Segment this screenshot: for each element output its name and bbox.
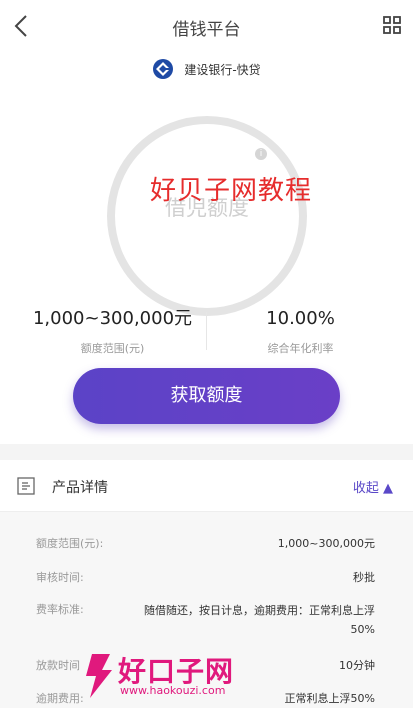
nav-bar: 借钱平台 xyxy=(0,0,413,52)
product-details-header[interactable]: 产品详情 收起 ▲ xyxy=(0,460,413,512)
section-title: 产品详情 xyxy=(52,480,108,496)
interest-rate-label: 综合年化利率 xyxy=(267,342,334,355)
detail-label: 审核时间: xyxy=(36,571,84,584)
logo-url: www.haokouzi.com xyxy=(120,684,226,697)
detail-value: 10分钟 xyxy=(339,659,375,672)
get-credit-button[interactable]: 获取额度 xyxy=(73,368,340,424)
detail-value: 1,000~300,000元 xyxy=(277,537,375,550)
amount-range-label: 额度范围(元) xyxy=(80,342,145,355)
credit-ring: 借児额度 xyxy=(107,116,307,316)
page-title: 借钱平台 xyxy=(172,20,241,40)
detail-label: 逾期费用: xyxy=(36,692,84,705)
document-icon xyxy=(17,477,35,495)
detail-value: 正常利息上浮50% xyxy=(284,692,375,705)
interest-rate-stat: 10.00% 综合年化利率 xyxy=(208,306,393,356)
amount-range-stat: 1,000~300,000元 额度范围(元) xyxy=(20,306,205,356)
section-gap xyxy=(0,444,413,460)
detail-label: 费率标准: xyxy=(36,603,84,616)
grid-menu-icon[interactable] xyxy=(383,16,401,34)
bank-header: 建设银行-快贷 xyxy=(0,58,413,80)
logo-mark-icon xyxy=(86,654,112,698)
collapse-button[interactable]: 收起 ▲ xyxy=(353,477,393,496)
detail-label: 额度范围(元): xyxy=(36,537,104,550)
watermark-overlay: 好贝子网教程 xyxy=(150,176,313,206)
site-logo-watermark: 好口子网 www.haokouzi.com xyxy=(82,650,282,702)
interest-rate-value: 10.00% xyxy=(266,308,335,329)
detail-label: 放款时间 xyxy=(36,659,80,672)
detail-value: 随借随还，按日计息，逾期费用：正常利息上浮50% xyxy=(144,604,375,636)
amount-range-value: 1,000~300,000元 xyxy=(32,308,193,329)
bank-name: 建设银行-快贷 xyxy=(184,62,261,77)
stat-divider xyxy=(206,312,207,350)
info-icon[interactable]: i xyxy=(255,148,267,160)
detail-value: 秒批 xyxy=(353,571,375,584)
ccb-bank-logo-icon xyxy=(153,59,174,79)
